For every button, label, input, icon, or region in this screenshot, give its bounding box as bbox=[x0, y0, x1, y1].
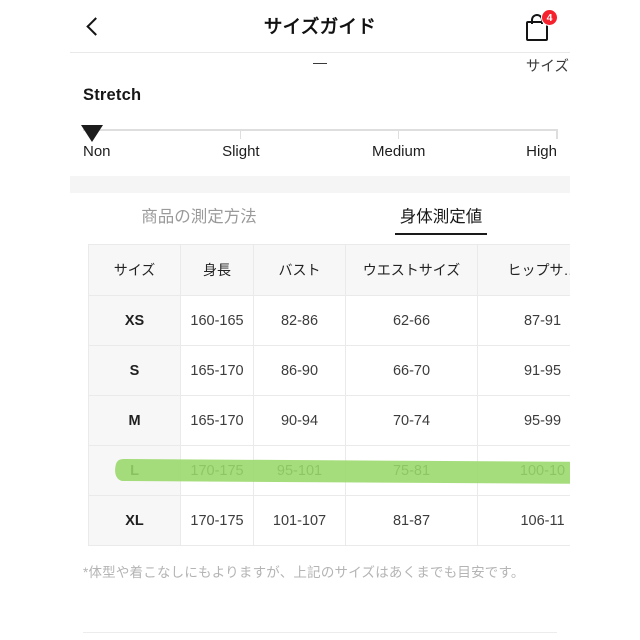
table-header-cell-1: 身長 bbox=[180, 244, 254, 296]
table-cell-waist: 70-74 bbox=[345, 395, 478, 446]
table-cell-bust: 90-94 bbox=[253, 395, 346, 446]
table-cell-bust: 95-101 bbox=[253, 445, 346, 496]
table-cell-size: XS bbox=[88, 295, 181, 346]
tab-label: 商品の測定方法 bbox=[141, 208, 257, 226]
size-guide-screen: サイズガイド 4 — サイズ Stretch Non Slight Medium Hi… bbox=[0, 0, 640, 640]
clipped-row-value: — bbox=[313, 54, 327, 70]
table-row: L 170-175 95-101 75-81 100-10 bbox=[88, 445, 570, 496]
size-guide-footnote: *体型や着こなしにもよりますが、上記のサイズはあくまでも目安です。 bbox=[83, 565, 525, 580]
stretch-section: Stretch Non Slight Medium High bbox=[70, 77, 570, 160]
stretch-track bbox=[83, 129, 557, 131]
table-cell-waist: 75-81 bbox=[345, 445, 478, 496]
page-title: サイズガイド bbox=[263, 16, 377, 37]
table-cell-hip: 91-95 bbox=[477, 345, 570, 396]
size-table-head: サイズ身長バストウエストサイズヒップサ… bbox=[88, 244, 570, 296]
size-table-container: サイズ身長バストウエストサイズヒップサ… XS160-16582-8662-66… bbox=[88, 244, 570, 546]
table-cell-waist: 62-66 bbox=[345, 295, 478, 346]
table-cell-bust: 86-90 bbox=[253, 345, 346, 396]
table-cell-size: L bbox=[88, 445, 181, 496]
table-header-cell-3: ウエストサイズ bbox=[345, 244, 478, 296]
size-table-body: XS 160-165 82-86 62-66 87-91 S 165-170 86-90 66-… bbox=[88, 295, 570, 546]
stretch-label-non: Non bbox=[83, 143, 111, 160]
table-cell-hip: 95-99 bbox=[477, 395, 570, 446]
table-cell-hip: 87-91 bbox=[477, 295, 570, 346]
table-cell-height: 165-170 bbox=[180, 345, 254, 396]
table-row: XS 160-165 82-86 62-66 87-91 bbox=[88, 295, 570, 346]
table-header-cell-0: サイズ bbox=[88, 244, 181, 296]
table-cell-height: 170-175 bbox=[180, 495, 254, 546]
table-cell-bust: 101-107 bbox=[253, 495, 346, 546]
page-content: サイズガイド 4 — サイズ Stretch Non Slight Medium Hi… bbox=[70, 0, 570, 640]
table-row: S 165-170 86-90 66-70 91-95 bbox=[88, 345, 570, 396]
table-row-highlighted: M 165-170 90-94 70-74 95-99 bbox=[88, 395, 570, 446]
table-cell-height: 165-170 bbox=[180, 395, 254, 446]
tab-body-measurement[interactable]: 身体測定値 bbox=[320, 203, 562, 235]
table-cell-size: S bbox=[88, 345, 181, 396]
stretch-tick-1 bbox=[397, 129, 400, 139]
table-cell-size: M bbox=[88, 395, 181, 446]
table-cell-bust: 82-86 bbox=[253, 295, 346, 346]
stretch-labels: Non Slight Medium High bbox=[83, 143, 557, 163]
table-cell-waist: 81-87 bbox=[345, 495, 478, 546]
table-header-cell-2: バスト bbox=[253, 244, 346, 296]
chevron-left-icon bbox=[85, 16, 105, 36]
table-cell-size: XL bbox=[88, 495, 181, 546]
table-cell-height: 160-165 bbox=[180, 295, 254, 346]
table-cell-hip: 106-11 bbox=[477, 495, 570, 546]
tab-label: 身体測定値 bbox=[399, 208, 483, 226]
table-header-row: サイズ身長バストウエストサイズヒップサ… bbox=[88, 244, 570, 296]
tab-active-underline bbox=[395, 232, 487, 235]
triangle-down-marker-icon bbox=[81, 125, 103, 142]
stretch-tick-0 bbox=[239, 129, 242, 139]
stretch-label-high: High bbox=[526, 143, 557, 160]
stretch-tick-2 bbox=[556, 129, 558, 139]
table-cell-waist: 66-70 bbox=[345, 345, 478, 396]
navbar: サイズガイド 4 bbox=[70, 0, 570, 52]
bottom-divider bbox=[83, 632, 557, 633]
table-cell-height: 170-175 bbox=[180, 445, 254, 496]
section-separator-band bbox=[70, 176, 570, 193]
back-button[interactable] bbox=[70, 0, 116, 52]
clipped-row-label: サイズ bbox=[525, 59, 569, 75]
stretch-slider[interactable]: Non Slight Medium High bbox=[81, 123, 558, 160]
cart-button[interactable]: 4 bbox=[522, 9, 558, 45]
stretch-label-medium: Medium bbox=[371, 143, 426, 160]
stretch-label-slight: Slight bbox=[222, 143, 260, 160]
table-header-cell-4: ヒップサ… bbox=[477, 244, 570, 296]
table-cell-hip: 100-10 bbox=[477, 445, 570, 496]
tab-product-measurement[interactable]: 商品の測定方法 bbox=[78, 203, 320, 231]
table-row: XL 170-175 101-107 81-87 106-11 bbox=[88, 495, 570, 546]
measurement-tabs: 商品の測定方法 身体測定値 bbox=[70, 193, 570, 241]
size-table: サイズ身長バストウエストサイズヒップサ… XS160-16582-8662-66… bbox=[88, 244, 570, 546]
clipped-previous-row: — サイズ bbox=[70, 53, 570, 77]
cart-badge: 4 bbox=[541, 9, 558, 26]
stretch-title: Stretch bbox=[83, 86, 142, 104]
